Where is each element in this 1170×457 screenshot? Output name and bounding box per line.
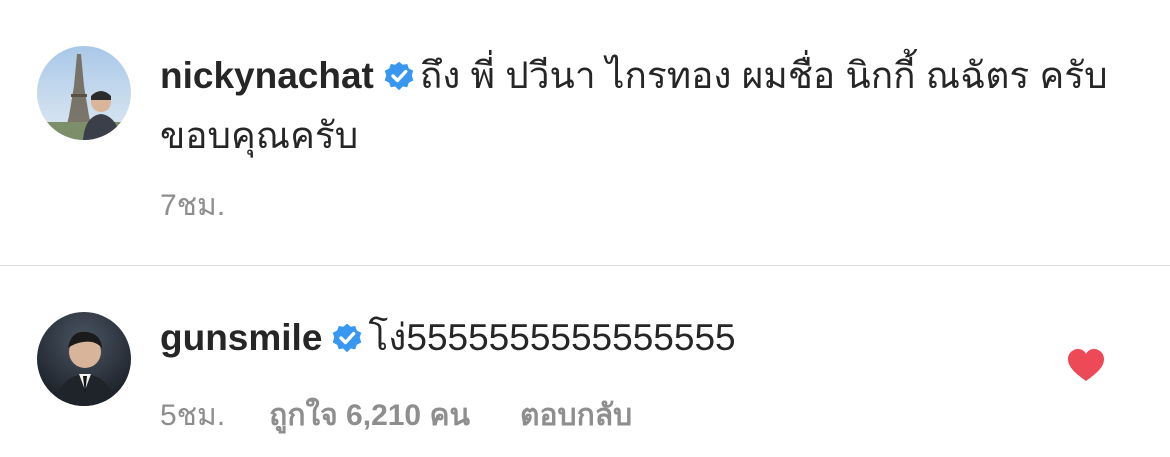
comment-meta: 5ชม. ถูกใจ 6,210 คน ตอบกลับ [160, 392, 632, 439]
avatar-eiffel-tower-image [37, 46, 131, 140]
comment-body: โง่5555555555555555 [368, 317, 736, 358]
reply-button[interactable]: ตอบกลับ [520, 392, 632, 439]
comment-text-block: gunsmile โง่5555555555555555 [160, 308, 1120, 368]
likes-count-link[interactable]: ถูกใจ 6,210 คน [269, 392, 470, 439]
heart-icon[interactable] [1067, 348, 1105, 382]
verified-badge-icon [333, 323, 362, 353]
comment-timestamp: 5ชม. [160, 399, 226, 432]
avatar[interactable] [37, 312, 131, 406]
comment-timestamp: 7ชม. [160, 189, 226, 222]
avatar-portrait-image [37, 312, 131, 406]
username-link[interactable]: nickynachat [160, 55, 374, 96]
comment-text-block: nickynachat ถึง พี่ ปวีนา ไกรทอง ผมชื่อ … [160, 46, 1120, 166]
username-link[interactable]: gunsmile [160, 317, 322, 358]
verified-badge-icon [384, 61, 414, 91]
comment-meta: 7ชม. [160, 182, 225, 229]
comment-item: gunsmile โง่5555555555555555 5ชม. ถูกใจ 6… [0, 266, 1170, 457]
avatar[interactable] [37, 46, 131, 140]
comment-item: nickynachat ถึง พี่ ปวีนา ไกรทอง ผมชื่อ … [0, 0, 1170, 265]
